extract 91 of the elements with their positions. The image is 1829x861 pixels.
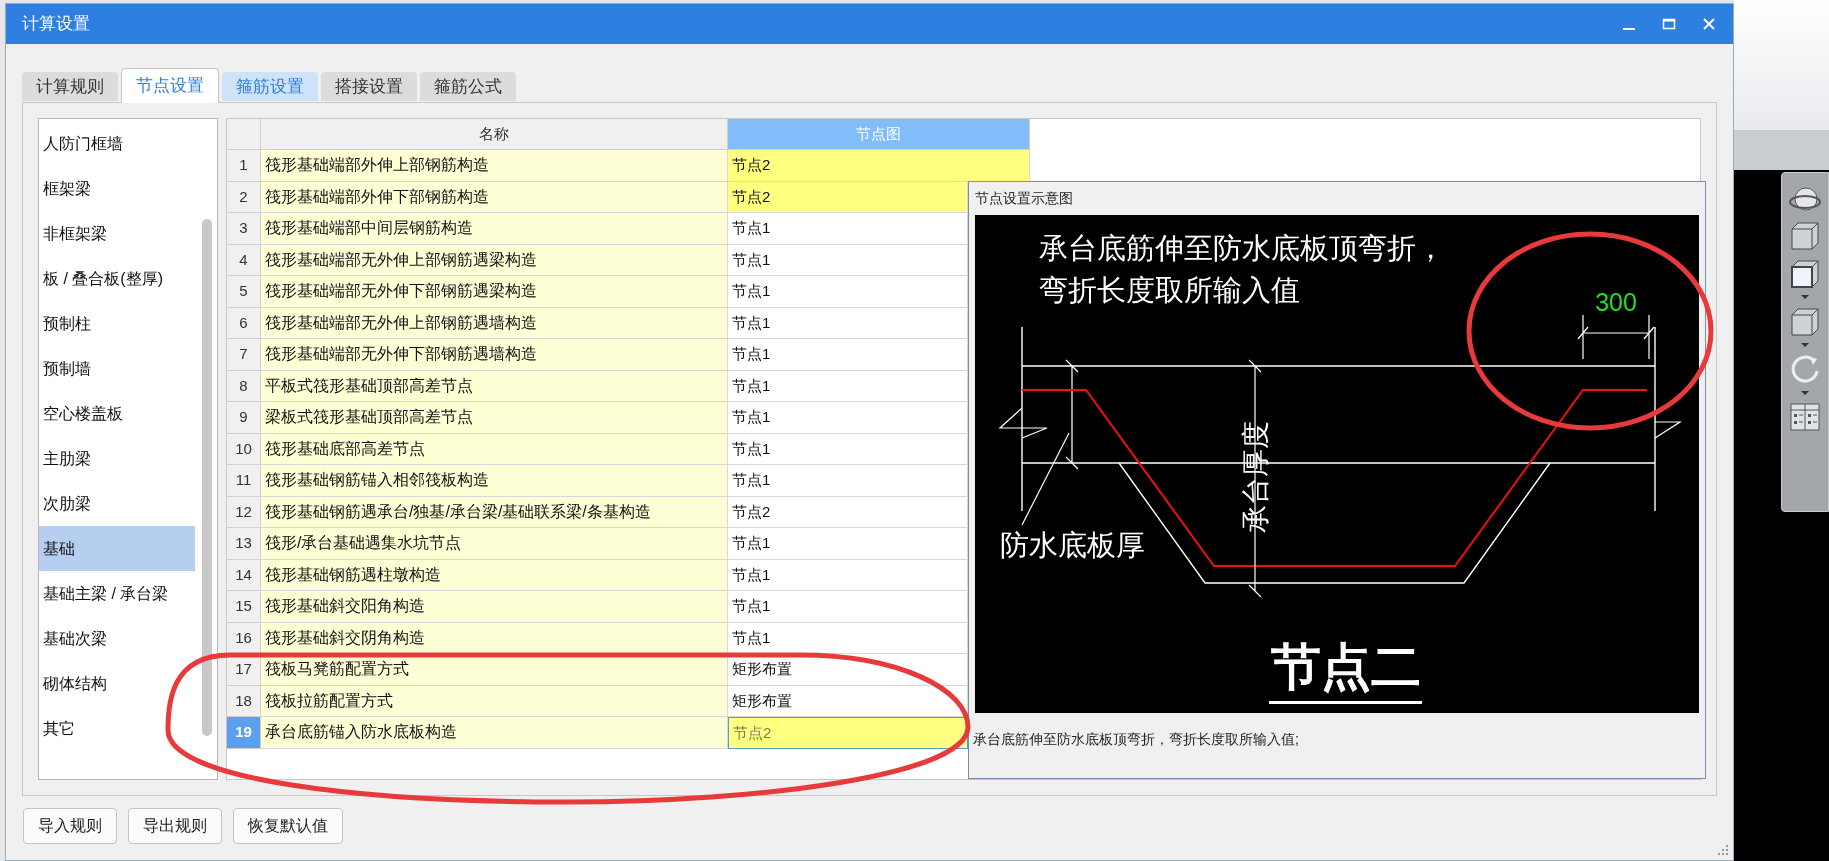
table-cell: 筏形基础端部无外伸上部钢筋遇墙构造 [261, 307, 728, 339]
table-cell[interactable]: 节点1 [728, 591, 968, 623]
category-item[interactable]: 主肋梁 [39, 436, 195, 481]
close-icon[interactable] [1701, 16, 1717, 32]
category-item[interactable]: 预制墙 [39, 346, 195, 391]
table-cell[interactable]: 节点2 [728, 717, 968, 749]
row-number[interactable]: 16 [227, 622, 261, 654]
category-item[interactable]: 人防门框墙 [39, 121, 195, 166]
table-cell[interactable]: 节点1 [728, 244, 968, 276]
table-cell: 梁板式筏形基础顶部高差节点 [261, 402, 728, 434]
category-item[interactable]: 砌体结构 [39, 661, 195, 706]
category-item[interactable]: 基础 [39, 526, 195, 571]
row-number[interactable]: 15 [227, 591, 261, 623]
table-cell[interactable]: 节点1 [728, 370, 968, 402]
grid-view-icon[interactable] [1788, 401, 1822, 433]
category-item[interactable]: 基础次梁 [39, 616, 195, 661]
category-item[interactable]: 基础主梁 / 承台梁 [39, 571, 195, 616]
row-number[interactable]: 7 [227, 339, 261, 371]
tab[interactable]: 搭接设置 [321, 72, 417, 101]
row-number[interactable]: 14 [227, 559, 261, 591]
row-number[interactable]: 4 [227, 244, 261, 276]
table-cell[interactable]: 节点1 [728, 433, 968, 465]
table-cell: 筏形基础底部高差节点 [261, 433, 728, 465]
table-cell: 筏形基础钢筋遇柱墩构造 [261, 559, 728, 591]
table-cell[interactable]: 节点1 [728, 402, 968, 434]
action-button[interactable]: 导入规则 [23, 808, 117, 844]
maximize-icon[interactable] [1661, 16, 1677, 32]
table-cell: 筏形基础端部无外伸下部钢筋遇梁构造 [261, 276, 728, 308]
table-cell: 筏形基础钢筋遇承台/独基/承台梁/基础联系梁/条基构造 [261, 496, 728, 528]
table-cell: 筏形基础端部中间层钢筋构造 [261, 213, 728, 245]
table-cell: 平板式筏形基础顶部高差节点 [261, 370, 728, 402]
row-number[interactable]: 12 [227, 496, 261, 528]
row-number[interactable]: 13 [227, 528, 261, 560]
table-cell[interactable]: 节点2 [728, 496, 968, 528]
tab[interactable]: 箍筋公式 [420, 72, 516, 101]
row-number[interactable]: 2 [227, 181, 261, 213]
category-item[interactable]: 板 / 叠合板(整厚) [39, 256, 195, 301]
thickness-label: 承台厚度 [1239, 421, 1272, 533]
action-button[interactable]: 恢复默认值 [233, 808, 343, 844]
table-cell: 承台底筋锚入防水底板构造 [261, 717, 728, 749]
action-button[interactable]: 导出规则 [128, 808, 222, 844]
table-cell[interactable]: 节点1 [728, 276, 968, 308]
row-number[interactable]: 18 [227, 685, 261, 717]
row-number[interactable]: 8 [227, 370, 261, 402]
category-item[interactable]: 框架梁 [39, 166, 195, 211]
table-cell[interactable]: 节点1 [728, 307, 968, 339]
table-cell[interactable]: 节点2 [728, 181, 968, 213]
table-cell[interactable]: 节点1 [728, 465, 968, 497]
cube-icon[interactable] [1788, 305, 1822, 349]
table-cell: 筏形基础斜交阴角构造 [261, 622, 728, 654]
table-cell: 筏形基础端部外伸下部钢筋构造 [261, 181, 728, 213]
table-cell[interactable]: 节点1 [728, 528, 968, 560]
table-cell: 筏形/承台基础遇集水坑节点 [261, 528, 728, 560]
table-cell: 筏形基础端部无外伸上部钢筋遇梁构造 [261, 244, 728, 276]
tab[interactable]: 节点设置 [121, 68, 219, 103]
row-number[interactable]: 1 [227, 150, 261, 182]
dimension-value: 300 [1595, 288, 1637, 316]
category-item[interactable]: 预制柱 [39, 301, 195, 346]
table-cell: 筏形基础端部无外伸下部钢筋遇墙构造 [261, 339, 728, 371]
resize-grip-icon[interactable] [1717, 844, 1729, 856]
slab-label: 防水底板厚 [1000, 528, 1145, 562]
row-number[interactable]: 3 [227, 213, 261, 245]
row-number[interactable]: 11 [227, 465, 261, 497]
preview-caption: 承台底筋伸至防水底板顶弯折，弯折长度取所输入值; [972, 730, 1300, 749]
category-item[interactable]: 空心楼盖板 [39, 391, 195, 436]
table-cell[interactable]: 节点1 [728, 339, 968, 371]
category-item[interactable]: 非框架梁 [39, 211, 195, 256]
diagram-note: 承台底筋伸至防水底板顶弯折， [1039, 231, 1445, 265]
tab[interactable]: 计算规则 [22, 72, 118, 101]
row-number[interactable]: 6 [227, 307, 261, 339]
table-cell[interactable]: 节点1 [728, 559, 968, 591]
row-number[interactable]: 9 [227, 402, 261, 434]
preview-title: 节点设置示意图 [974, 189, 1074, 208]
scrollbar-thumb[interactable] [202, 219, 212, 736]
row-number[interactable]: 10 [227, 433, 261, 465]
table-cell: 筏板拉筋配置方式 [261, 685, 728, 717]
table-cell[interactable]: 节点1 [728, 213, 968, 245]
diagram-note: 弯折长度取所输入值 [1039, 273, 1300, 307]
table-cell[interactable]: 矩形布置 [728, 685, 968, 717]
table-cell: 筏形基础斜交阳角构造 [261, 591, 728, 623]
category-item[interactable]: 次肋梁 [39, 481, 195, 526]
table-cell[interactable]: 节点2 [728, 150, 1030, 182]
table-cell: 筏形基础端部外伸上部钢筋构造 [261, 150, 728, 182]
category-item[interactable]: 其它 [39, 706, 195, 751]
table-cell: 筏形基础钢筋锚入相邻筏板构造 [261, 465, 728, 497]
node-title: 节点二 [1271, 638, 1421, 696]
column-header[interactable]: 名称 [261, 119, 728, 150]
cube-3d-icon[interactable] [1788, 219, 1822, 253]
window-title: 计算设置 [22, 13, 91, 36]
row-number[interactable]: 5 [227, 276, 261, 308]
front-view-icon[interactable] [1788, 257, 1822, 301]
